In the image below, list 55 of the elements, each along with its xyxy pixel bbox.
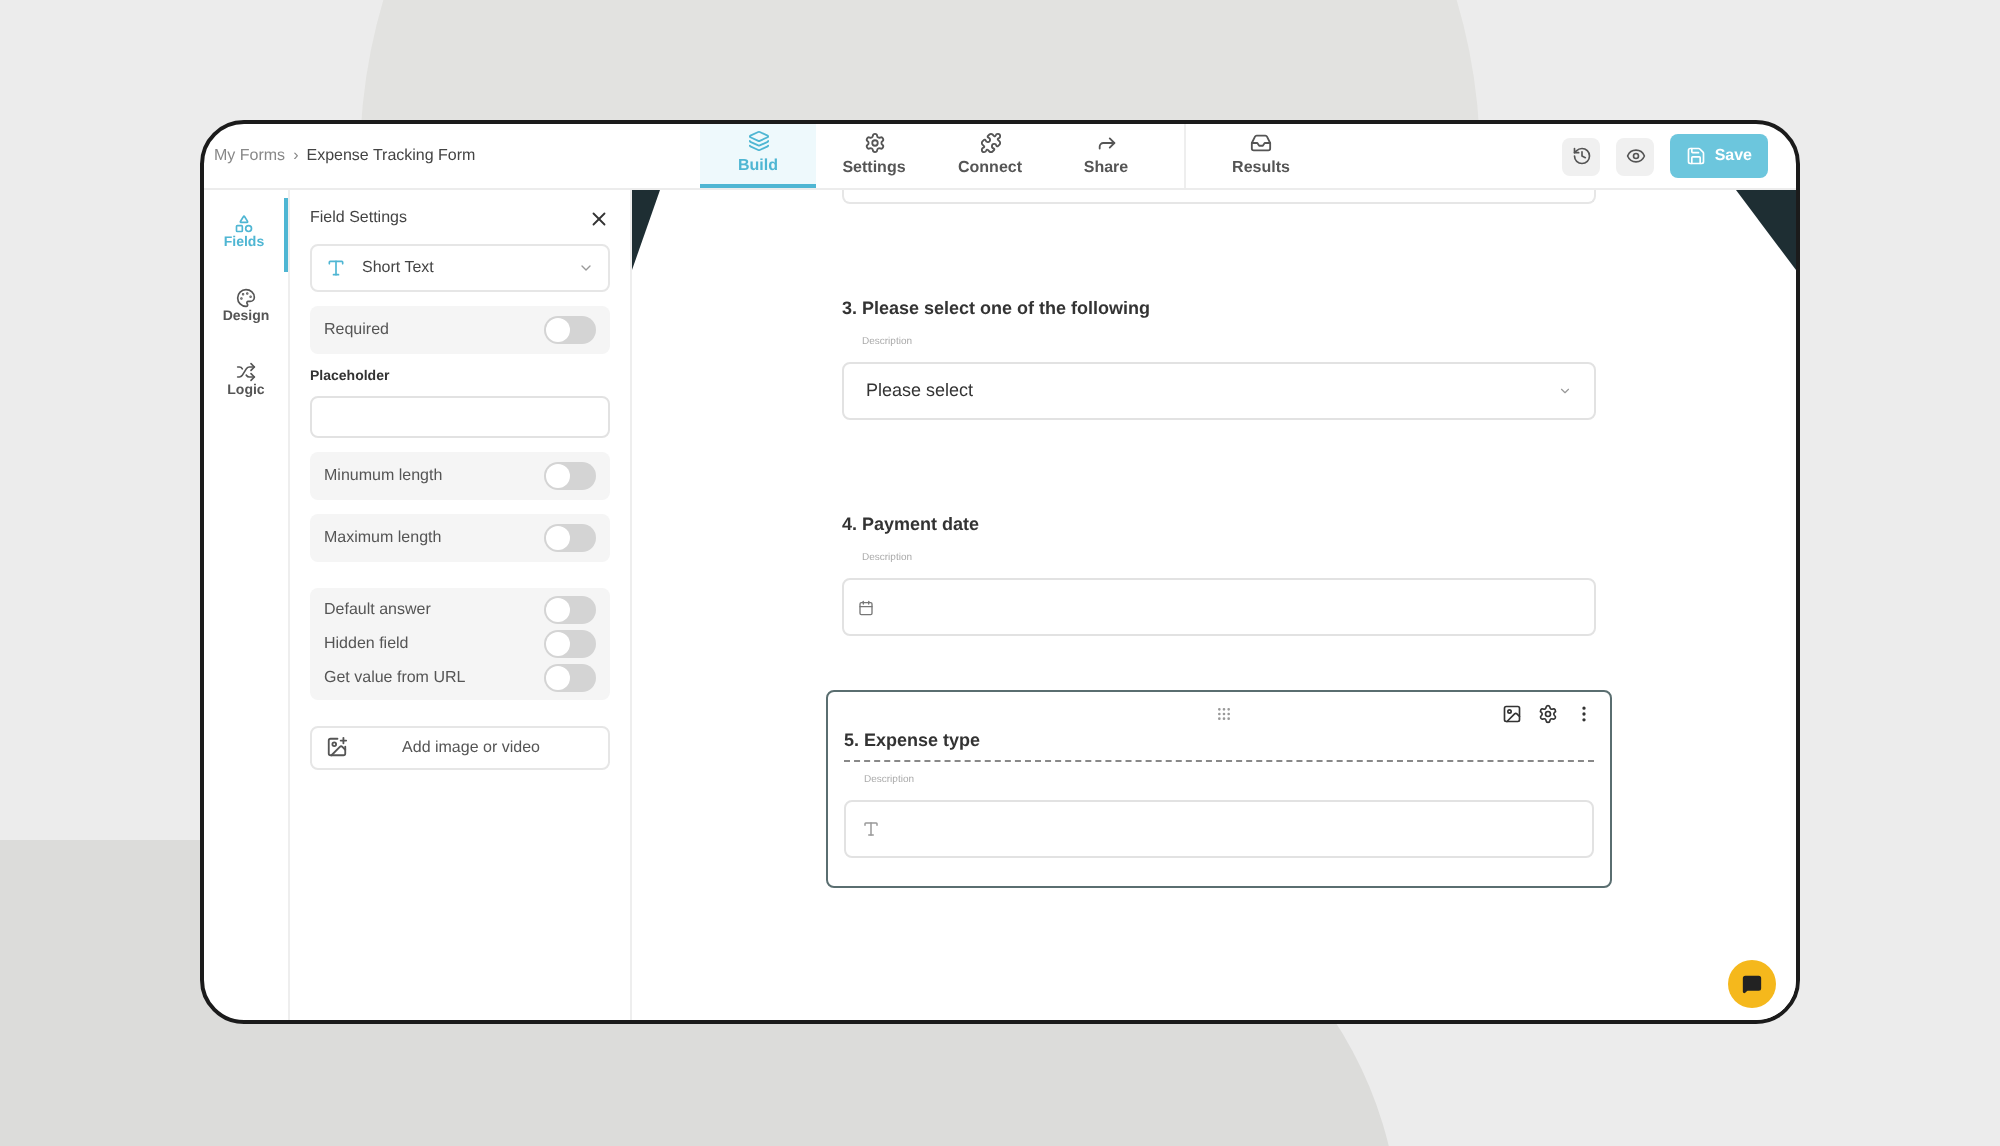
preview-button[interactable] [1616,137,1655,175]
toggle-label: Get value from URL [324,665,466,689]
text-type-icon [326,258,346,278]
history-icon [1571,146,1592,166]
toggle-switch[interactable] [544,663,596,691]
history-button[interactable] [1562,137,1601,175]
puzzle-icon [979,132,1001,154]
nav-tab[interactable]: Settings [816,124,932,188]
caret-icon [1558,384,1572,398]
corner-decoration [632,190,660,270]
nav-tab[interactable]: Share [1048,124,1164,188]
palette-icon [236,288,256,309]
chat-icon [1742,974,1762,994]
shuffle-icon [236,362,256,383]
toggle-label: Required [324,318,389,342]
calendar-icon [858,599,874,615]
caret-icon [578,260,594,276]
inbox-icon [1250,132,1272,154]
field-type-select[interactable]: Short Text [310,244,610,292]
image-icon[interactable] [1502,704,1522,724]
nav-tab[interactable]: Results [1184,124,1336,188]
toggle-switch[interactable] [544,629,596,657]
text-type-icon [862,820,880,838]
select-field[interactable]: Please select [842,362,1596,420]
toggle-switch[interactable] [544,595,596,623]
toggle-switch[interactable] [544,523,596,551]
shapes-icon [234,214,254,235]
eye-icon [1625,146,1646,166]
placeholder-input[interactable] [310,395,610,437]
corner-decoration [1736,190,1796,270]
toggle-label: Hidden field [324,631,409,655]
toggle-label: Minumum length [324,463,443,487]
breadcrumb-separator: › [293,144,299,168]
question-title: 5. Expense type [844,728,1594,761]
question-title: 4. Payment date [842,512,982,538]
breadcrumb-current: Expense Tracking Form [306,144,476,168]
settings-icon[interactable] [1538,704,1558,724]
toggle-switch[interactable] [544,461,596,489]
toggle-label: Maximum length [324,525,442,549]
question-title: 3. Please select one of the following [842,296,1153,322]
breadcrumb-link[interactable]: My Forms [214,144,286,168]
panel-title: Field Settings [310,206,407,230]
nav-tab[interactable]: Connect [932,124,1048,188]
gear-icon [863,132,885,154]
date-field[interactable] [842,578,1596,636]
text-field[interactable] [844,800,1594,858]
image-icon [326,736,348,758]
chat-button[interactable] [1728,960,1776,1008]
add-media-button[interactable]: Add image or video [310,725,610,769]
layers-icon [747,130,769,152]
drag-handle-icon[interactable] [1215,706,1231,722]
toggle-label: Default answer [324,597,431,621]
toggle-switch[interactable] [544,316,596,344]
close-icon[interactable] [588,207,610,229]
forward-arrow-icon [1095,132,1117,154]
